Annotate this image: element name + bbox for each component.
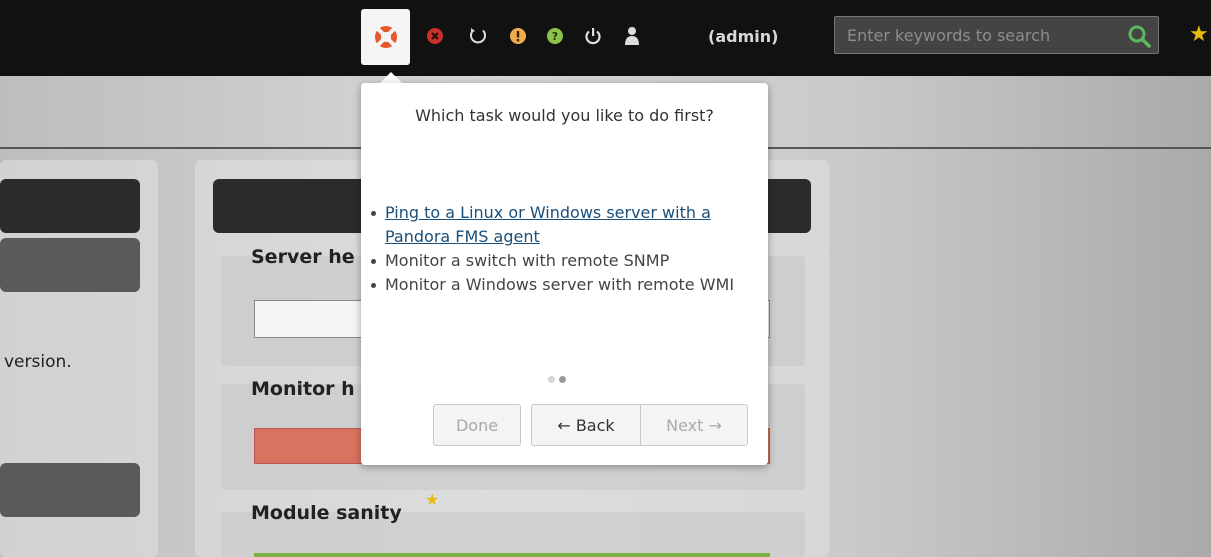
star-icon: ★ [425, 490, 440, 509]
monitor-health-heading: Monitor h [251, 378, 355, 400]
help-tour-button[interactable] [361, 9, 410, 65]
version-text: version. [4, 352, 72, 372]
user-icon[interactable] [622, 26, 642, 46]
module-sanity-bar [254, 553, 770, 557]
module-sanity-heading: Module sanity [251, 502, 402, 524]
tour-option-link[interactable]: Ping to a Linux or Windows server with a… [385, 203, 711, 246]
list-item[interactable]: Ping to a Linux or Windows server with a… [367, 201, 762, 249]
done-button[interactable]: Done [433, 404, 521, 446]
user-label[interactable]: (admin) [708, 27, 778, 46]
svg-text:?: ? [552, 30, 558, 43]
left-panel-header [0, 179, 140, 233]
back-button[interactable]: ← Back [531, 404, 641, 446]
list-item: Monitor a switch with remote SNMP [367, 249, 762, 273]
server-health-heading: Server he [251, 246, 355, 268]
refresh-icon[interactable] [468, 26, 488, 46]
warning-icon[interactable] [508, 26, 528, 46]
next-button[interactable]: Next → [640, 404, 748, 446]
lifebuoy-icon [374, 26, 397, 48]
tour-title: Which task would you like to do first? [415, 106, 714, 125]
step-dot-active[interactable] [559, 376, 566, 383]
popover-arrow [380, 72, 402, 83]
question-icon[interactable]: ? [545, 26, 565, 46]
power-icon[interactable] [583, 26, 603, 46]
tour-task-list: Ping to a Linux or Windows server with a… [367, 201, 762, 297]
search-box [834, 16, 1159, 54]
search-input[interactable] [835, 17, 1115, 53]
search-icon[interactable] [1126, 23, 1152, 49]
tour-popover: Which task would you like to do first? P… [361, 83, 768, 465]
close-circle-icon[interactable] [425, 26, 445, 46]
list-item: Monitor a Windows server with remote WMI [367, 273, 762, 297]
step-dot[interactable] [548, 376, 555, 383]
left-panel-item[interactable] [0, 463, 140, 517]
left-panel-item[interactable] [0, 238, 140, 292]
star-icon[interactable]: ★ [1189, 22, 1209, 47]
